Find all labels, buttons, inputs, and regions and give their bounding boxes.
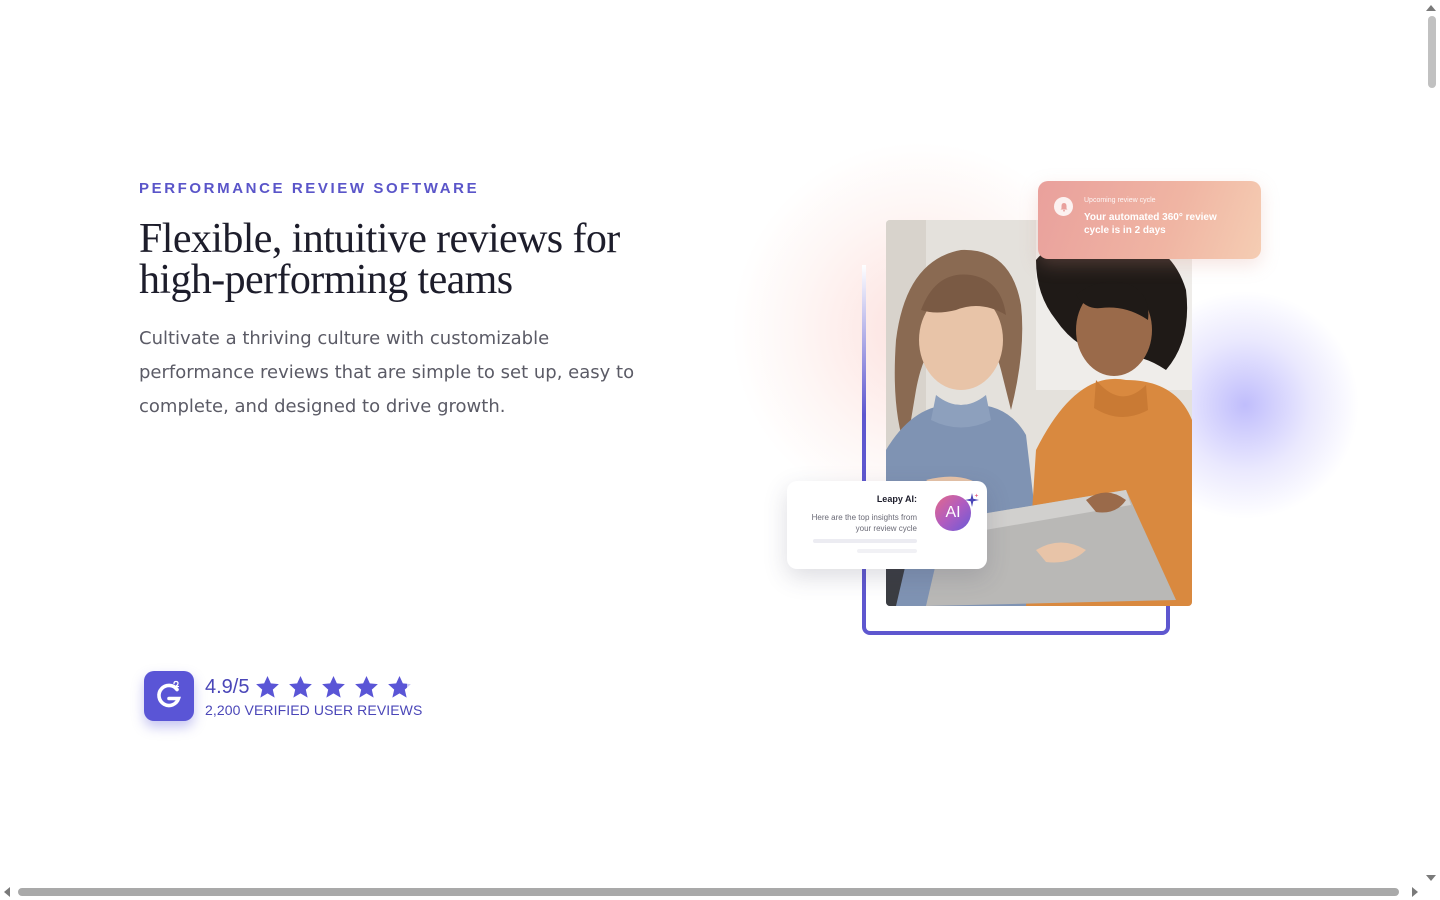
horizontal-scroll-thumb[interactable] [18, 888, 1399, 896]
accent-frame-fade [862, 265, 866, 415]
scroll-right-arrow-icon[interactable] [1412, 887, 1418, 897]
ai-card-placeholder-line [857, 549, 917, 553]
star-icon [355, 675, 379, 698]
horizontal-scrollbar[interactable] [0, 884, 1440, 900]
rating-score: 4.9/5 [205, 675, 250, 698]
notification-card: Upcoming review cycle Your automated 360… [1038, 181, 1261, 259]
ai-card-placeholder-line [813, 539, 917, 543]
vertical-scroll-thumb[interactable] [1428, 16, 1436, 88]
headline-line-1: Flexible, intuitive reviews for [139, 216, 620, 262]
hero-copy: PERFORMANCE REVIEW SOFTWARE Flexible, in… [139, 180, 659, 424]
reviews-count: 2,200 VERIFIED USER REVIEWS [205, 702, 423, 718]
bell-icon [1054, 197, 1073, 216]
notification-overline: Upcoming review cycle [1084, 197, 1156, 204]
g2-rating[interactable]: 4.9/5 2,200 VERIFIED USER REVIEWS [144, 671, 422, 721]
ai-card-title: Leapy AI: [876, 494, 917, 504]
star-icon [322, 675, 346, 698]
star-rating [254, 674, 419, 700]
headline-line-2: high-performing teams [139, 257, 513, 303]
ai-insights-card: Leapy AI: Here are the top insights from… [787, 481, 987, 569]
star-icon [256, 675, 280, 698]
g2-logo-icon [144, 671, 194, 721]
sparkle-icon [965, 493, 979, 507]
rating-text: 4.9/5 2,200 VERIFIED USER REVIEWS [205, 674, 423, 719]
vertical-scrollbar[interactable] [1423, 0, 1440, 884]
scroll-up-arrow-icon[interactable] [1426, 5, 1436, 11]
notification-body: Your automated 360° review cycle is in 2… [1084, 212, 1217, 236]
hero-subhead: Cultivate a thriving culture with custom… [139, 328, 635, 417]
star-half-icon [388, 675, 412, 698]
scroll-down-arrow-icon[interactable] [1426, 875, 1436, 881]
scroll-left-arrow-icon[interactable] [4, 887, 10, 897]
hero-visual: Upcoming review cycle Your automated 360… [720, 130, 1360, 670]
page-title: Flexible, intuitive reviews for high-per… [139, 216, 659, 303]
ai-card-text: Here are the top insights from your revi… [811, 513, 917, 533]
eyebrow-label: PERFORMANCE REVIEW SOFTWARE [139, 180, 480, 197]
star-icon [289, 675, 313, 698]
